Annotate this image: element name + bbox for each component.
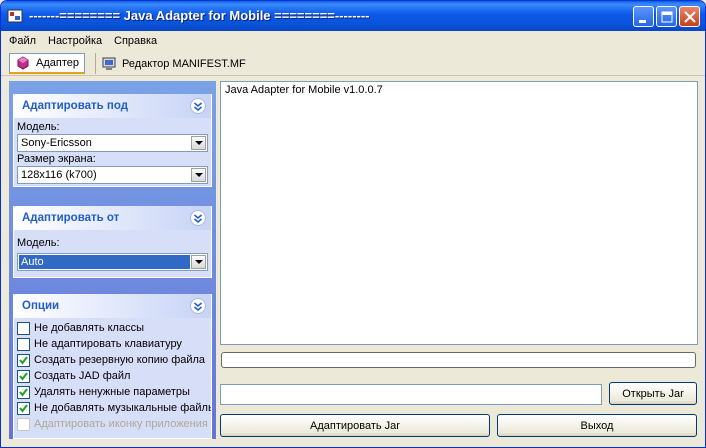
group-adapt-to: Адаптировать под Модель: Sony-Ericsson Р… (13, 94, 212, 187)
screen-size-select[interactable]: 128x116 (k700) (17, 166, 208, 184)
source-model-select[interactable]: Auto (17, 253, 208, 271)
collapse-icon[interactable] (190, 210, 206, 226)
option-label: Не добавлять классы (34, 322, 144, 334)
jar-path-input[interactable] (220, 384, 602, 405)
target-model-value: Sony-Ericsson (21, 137, 92, 149)
task-pane: Адаптировать под Модель: Sony-Ericsson Р… (9, 81, 216, 439)
collapse-icon[interactable] (190, 98, 206, 114)
maximize-icon (661, 11, 673, 23)
menu-settings[interactable]: Настройка (48, 35, 102, 47)
menu-bar: Файл Настройка Справка (1, 31, 705, 51)
source-model-value: Auto (21, 256, 44, 268)
option-create-jad[interactable]: Создать JAD файл (17, 368, 211, 384)
adapt-jar-button[interactable]: Адаптировать Jar (220, 414, 490, 437)
exit-button[interactable]: Выход (497, 414, 697, 437)
option-label: Адаптировать иконку приложения (34, 418, 208, 430)
checkbox[interactable] (17, 338, 30, 351)
title-bar[interactable]: -------======== Java Adapter for Mobile … (1, 1, 705, 31)
checkbox[interactable] (17, 386, 30, 399)
menu-file[interactable]: Файл (9, 35, 36, 47)
app-icon[interactable] (7, 8, 23, 24)
minimize-button[interactable] (633, 6, 654, 27)
window-title: -------======== Java Adapter for Mobile … (29, 8, 370, 23)
checkmark-icon (19, 388, 28, 397)
group-adapt-from-header[interactable]: Адаптировать от (14, 206, 211, 230)
log-area[interactable]: Java Adapter for Mobile v1.0.0.7 (220, 81, 698, 345)
checkmark-icon (19, 356, 28, 365)
option-no-add-classes[interactable]: Не добавлять классы (17, 320, 211, 336)
close-icon (684, 11, 696, 23)
checkbox (17, 418, 30, 431)
close-button[interactable] (679, 6, 700, 27)
model-label: Модель: (17, 237, 60, 249)
group-options-title: Опции (22, 300, 60, 312)
option-label: Не адаптировать клавиатуру (34, 338, 182, 350)
option-label: Удалять ненужные параметры (34, 386, 190, 398)
option-no-music[interactable]: Не добавлять музыкальные файлы (17, 400, 211, 416)
log-text: Java Adapter for Mobile v1.0.0.7 (225, 84, 383, 96)
option-adapt-icon: Адаптировать иконку приложения (17, 416, 211, 432)
dropdown-button[interactable] (191, 136, 206, 150)
tab-manifest-label: Редактор MANIFEST.MF (122, 57, 246, 70)
group-adapt-to-header[interactable]: Адаптировать под (14, 94, 211, 118)
adapter-icon (17, 56, 29, 70)
group-options: Опции Не добавлять классы Не адаптироват… (13, 294, 212, 439)
option-no-adapt-keyboard[interactable]: Не адаптировать клавиатуру (17, 336, 211, 352)
chevron-down-icon (195, 260, 203, 264)
dropdown-button[interactable] (191, 168, 206, 182)
model-label: Модель: (17, 121, 60, 133)
checkmark-icon (19, 372, 28, 381)
checkbox[interactable] (17, 370, 30, 383)
dropdown-button[interactable] (191, 255, 206, 269)
minimize-icon (639, 20, 646, 23)
progress-bar (221, 352, 696, 368)
group-adapt-from: Адаптировать от Модель: Auto (13, 206, 212, 278)
group-adapt-from-title: Адаптировать от (22, 212, 120, 224)
screen-size-label: Размер экрана: (17, 153, 96, 165)
chevron-down-icon (195, 173, 203, 177)
checkbox[interactable] (17, 354, 30, 367)
chevron-down-icon (195, 141, 203, 145)
tab-adapter-label: Адаптер (36, 57, 79, 69)
open-jar-button[interactable]: Открыть Jar (609, 382, 697, 405)
checkbox[interactable] (17, 322, 30, 335)
target-model-select[interactable]: Sony-Ericsson (17, 134, 208, 152)
maximize-button[interactable] (656, 6, 677, 27)
checkbox[interactable] (17, 402, 30, 415)
option-remove-params[interactable]: Удалять ненужные параметры (17, 384, 211, 400)
checkmark-icon (19, 404, 28, 413)
computer-icon (102, 57, 116, 70)
option-label: Создать JAD файл (34, 370, 131, 382)
menu-help[interactable]: Справка (114, 35, 157, 47)
app-window: -------======== Java Adapter for Mobile … (0, 0, 706, 448)
screen-size-value: 128x116 (k700) (21, 169, 97, 181)
tab-bar: Адаптер Редактор MANIFEST.MF (1, 51, 705, 76)
selection-highlight (19, 255, 190, 269)
option-backup-file[interactable]: Создать резервную копию файла (17, 352, 211, 368)
tab-manifest-editor[interactable]: Редактор MANIFEST.MF (95, 53, 255, 74)
collapse-icon[interactable] (190, 298, 206, 314)
group-adapt-to-title: Адаптировать под (22, 100, 129, 112)
option-label: Создать резервную копию файла (34, 354, 206, 366)
group-options-header[interactable]: Опции (14, 294, 211, 318)
tab-adapter[interactable]: Адаптер (9, 53, 85, 74)
option-label: Не добавлять музыкальные файлы (34, 402, 211, 414)
